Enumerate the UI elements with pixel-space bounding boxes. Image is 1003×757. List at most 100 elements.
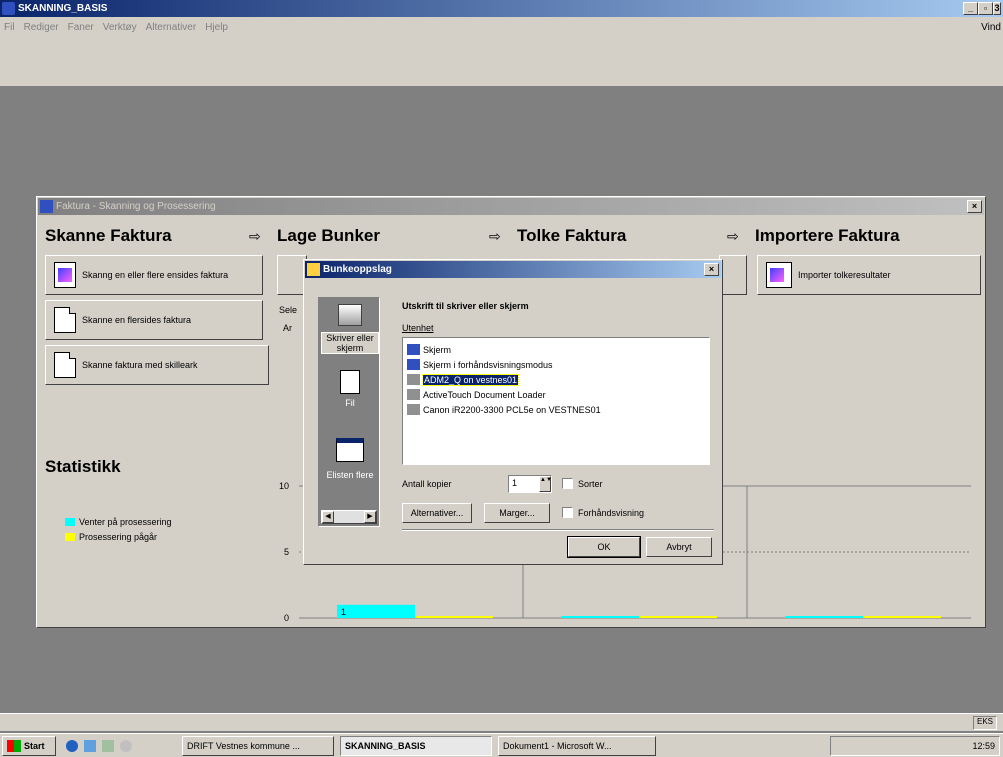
import-icon	[766, 262, 792, 288]
arrow-icon: ⇨	[727, 228, 739, 244]
bar	[337, 604, 415, 618]
task-skanning-basis[interactable]: SKANNING_BASIS	[340, 736, 492, 756]
partial-label: Ar	[283, 323, 292, 333]
monitor-icon	[407, 344, 420, 355]
minimize-button[interactable]: _	[963, 2, 978, 15]
cancel-button[interactable]: Avbryt	[646, 537, 712, 557]
dialog-close-button[interactable]: ×	[704, 263, 719, 276]
dialog-heading: Utskrift til skriver eller skjerm	[402, 301, 529, 311]
printer-option-label[interactable]: Skriver eller skjerm	[321, 332, 379, 354]
printer-icon	[407, 374, 420, 385]
y-tick-label: 5	[284, 547, 289, 557]
legend-waiting: Venter på prosessering	[65, 517, 172, 527]
app-icon	[2, 2, 15, 15]
y-tick-label: 0	[284, 613, 289, 623]
menu-tools[interactable]: Verktøy	[103, 22, 137, 33]
printer-icon	[407, 389, 420, 400]
margins-button[interactable]: Marger...	[484, 503, 550, 523]
preview-checkbox-row[interactable]: Forhåndsvisning	[562, 507, 644, 518]
windows-logo-icon	[7, 740, 21, 752]
window-menu[interactable]: Vind	[981, 22, 1001, 33]
section-tolke-faktura: Tolke Faktura	[517, 226, 627, 245]
dialog-titlebar: Bunkeoppslag ×	[305, 261, 721, 278]
scan-single-page-button[interactable]: Skanng en eller flere ensides faktura	[45, 255, 263, 295]
arrow-icon: ⇨	[249, 228, 261, 244]
section-skanne-faktura: Skanne Faktura	[45, 226, 172, 245]
app-icon[interactable]	[102, 740, 114, 752]
restore-button[interactable]: ▫	[978, 2, 993, 15]
status-indicator: EKS	[973, 716, 997, 730]
faktura-close-button[interactable]: ×	[967, 200, 982, 213]
list-item[interactable]: ActiveTouch Document Loader	[403, 387, 709, 402]
copies-value[interactable]: 1	[509, 476, 539, 492]
scroll-right-button[interactable]: ▶	[364, 511, 376, 523]
list-item[interactable]: Skjerm i forhåndsvisningsmodus	[403, 357, 709, 372]
faktura-titlebar: Faktura - Skanning og Prosessering ×	[38, 198, 984, 215]
legend-swatch	[65, 533, 75, 541]
document-icon	[54, 352, 76, 378]
list-option[interactable]: Elisten flere	[321, 438, 379, 480]
data-label: 1	[341, 607, 346, 617]
printer-option[interactable]	[321, 304, 379, 328]
section-lage-bunker: Lage Bunker	[277, 226, 380, 245]
start-button[interactable]: Start	[2, 736, 56, 756]
y-tick-label: 10	[279, 481, 289, 491]
scan-multipage-button[interactable]: Skanne en flersides faktura	[45, 300, 263, 340]
scan-document-icon	[54, 262, 76, 288]
divider	[402, 529, 714, 531]
copies-label: Antall kopier	[402, 479, 452, 489]
menu-file[interactable]: Fil	[4, 22, 15, 33]
bar	[785, 616, 863, 618]
app-titlebar: SKANNING_BASIS _ ▫ 3	[0, 0, 1003, 17]
dialog-title: Bunkeoppslag	[323, 264, 392, 275]
sort-checkbox[interactable]	[562, 478, 573, 489]
preview-checkbox[interactable]	[562, 507, 573, 518]
import-results-button[interactable]: Importer tolkeresultater	[757, 255, 981, 295]
menu-help[interactable]: Hjelp	[205, 22, 228, 33]
scroll-left-button[interactable]: ◀	[322, 511, 334, 523]
ok-button[interactable]: OK	[567, 536, 641, 558]
output-type-sidebar: Skriver eller skjerm Fil Elisten flere ◀…	[318, 297, 380, 527]
list-item[interactable]: Canon iR2200-3300 PCL5e on VESTNES01	[403, 402, 709, 417]
menu-edit[interactable]: Rediger	[24, 22, 59, 33]
sidebar-scrollbar[interactable]: ◀ ▶	[321, 510, 377, 524]
faktura-title: Faktura - Skanning og Prosessering	[56, 201, 216, 212]
copies-stepper[interactable]: 1 ▲▼	[508, 475, 552, 493]
task-dokument1[interactable]: Dokument1 - Microsoft W...	[498, 736, 656, 756]
options-button[interactable]: Alternativer...	[402, 503, 472, 523]
bunkeoppslag-dialog: Bunkeoppslag × Skriver eller skjerm Fil …	[303, 259, 723, 565]
quick-launch	[66, 740, 132, 752]
section-importere-faktura: Importere Faktura	[755, 226, 900, 245]
arrow-icon: ⇨	[489, 228, 501, 244]
app-title: SKANNING_BASIS	[18, 3, 108, 14]
printer-icon	[338, 304, 362, 326]
task-drift[interactable]: DRIFT Vestnes kommune ...	[182, 736, 334, 756]
window-icon	[336, 438, 364, 462]
close-button[interactable]: 3	[993, 2, 1001, 15]
sort-checkbox-row[interactable]: Sorter	[562, 478, 603, 489]
file-option[interactable]: Fil	[321, 370, 379, 408]
tolke-button-edge[interactable]	[719, 255, 747, 295]
menu-bar: Fil Rediger Faner Verktøy Alternativer H…	[0, 17, 1003, 37]
stepper-arrows[interactable]: ▲▼	[539, 476, 552, 492]
menu-tabs[interactable]: Faner	[68, 22, 94, 33]
list-item[interactable]: Skjerm	[403, 342, 709, 357]
bar	[415, 616, 493, 618]
ie-icon[interactable]	[66, 740, 78, 752]
dialog-client: Skriver eller skjerm Fil Elisten flere ◀…	[306, 279, 720, 562]
document-icon	[54, 307, 76, 333]
status-bar: EKS	[0, 713, 1003, 731]
taskbar: Start DRIFT Vestnes kommune ... SKANNING…	[0, 733, 1003, 757]
bar	[639, 616, 717, 618]
bar	[561, 616, 639, 618]
device-label: Utenhet	[402, 323, 434, 333]
scan-separator-button[interactable]: Skanne faktura med skilleark	[45, 345, 269, 385]
list-item-selected[interactable]: ADM2_Q on vestnes01	[403, 372, 709, 387]
desktop-icon[interactable]	[84, 740, 96, 752]
media-icon[interactable]	[120, 740, 132, 752]
file-icon	[340, 370, 360, 394]
dialog-icon	[307, 263, 320, 276]
device-list[interactable]: Skjerm Skjerm i forhåndsvisningsmodus AD…	[402, 337, 710, 465]
menu-options[interactable]: Alternativer	[146, 22, 197, 33]
legend-processing: Prosessering pågår	[65, 532, 157, 542]
